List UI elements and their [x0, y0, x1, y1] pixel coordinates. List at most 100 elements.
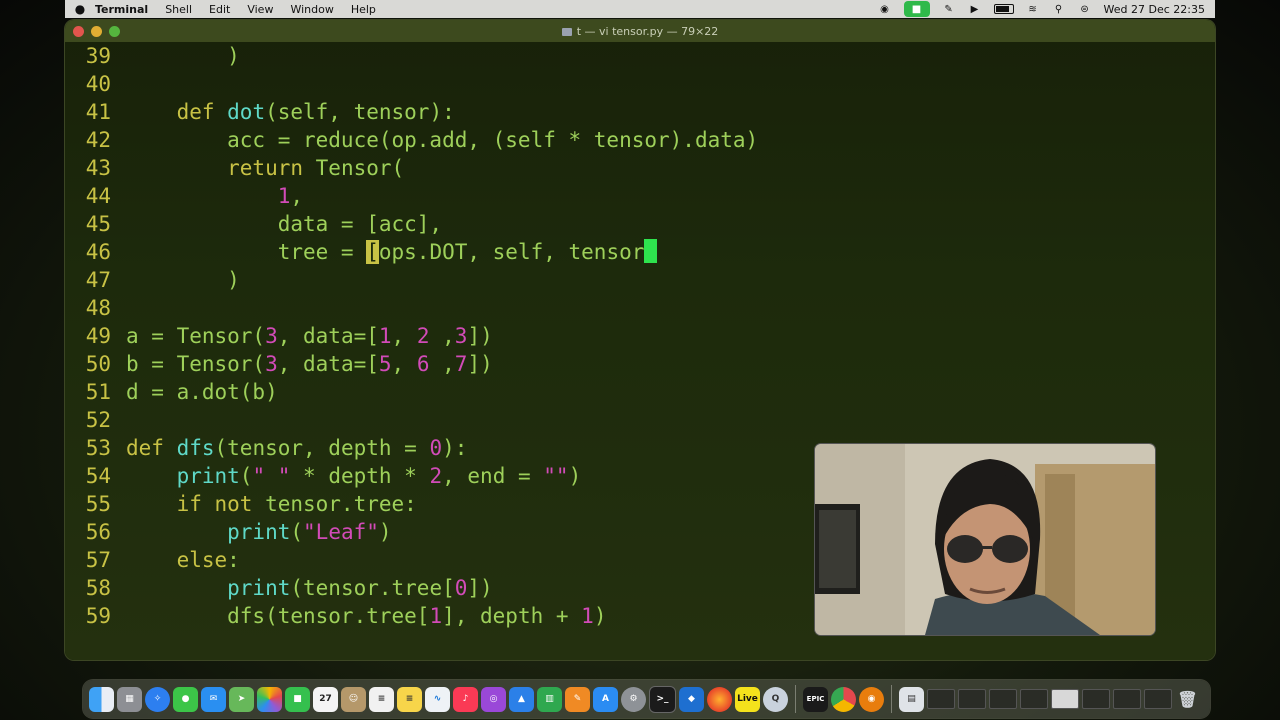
minimized-window-thumbnail[interactable]: [989, 689, 1017, 709]
vscode-icon[interactable]: ◆: [679, 686, 704, 712]
window-title-text: t — vi tensor.py — 79×22: [576, 24, 719, 38]
firefox-icon[interactable]: [707, 686, 732, 712]
live-icon[interactable]: Live: [735, 686, 760, 712]
line-number: 47: [85, 268, 111, 292]
keynote-icon[interactable]: ▲: [509, 686, 534, 712]
mail-icon[interactable]: ✉: [201, 686, 226, 712]
battery-icon[interactable]: [993, 4, 1014, 14]
line-number: 40: [85, 72, 111, 96]
control-center-icon[interactable]: ⊜: [1078, 4, 1092, 15]
maps-icon[interactable]: ➤: [229, 686, 254, 712]
line-number: 53: [85, 436, 111, 460]
pages-icon[interactable]: ✎: [565, 686, 590, 712]
menu-bar: ● Terminal Shell Edit View Window Help ◉…: [65, 0, 1215, 18]
code-line: 39 ): [65, 42, 240, 70]
menu-window[interactable]: Window: [290, 3, 333, 16]
dock-divider: [891, 685, 892, 713]
desktop: ● Terminal Shell Edit View Window Help ◉…: [0, 0, 1280, 720]
minimized-window-thumbnail[interactable]: [1113, 689, 1141, 709]
line-number: 41: [85, 100, 111, 124]
minimized-window-thumbnail[interactable]: [927, 689, 955, 709]
code-line: 48: [65, 294, 126, 322]
notes-icon[interactable]: ≡: [397, 686, 422, 712]
code-line: 49 a = Tensor(3, data=[1, 2 ,3]): [65, 322, 493, 350]
code-line: 41 def dot(self, tensor):: [65, 98, 455, 126]
facetime-camera-icon[interactable]: ■: [903, 1, 930, 17]
code-line: 42 acc = reduce(op.add, (self * tensor).…: [65, 126, 758, 154]
menu-clock[interactable]: Wed 27 Dec 22:35: [1104, 3, 1205, 16]
podcasts-icon[interactable]: ◎: [481, 686, 506, 712]
folder-icon: [561, 27, 572, 36]
live-label: Live: [737, 694, 758, 704]
code-line: 53 def dfs(tensor, depth = 0):: [65, 434, 468, 462]
launchpad-icon[interactable]: ▦: [117, 686, 142, 712]
minimized-window-thumbnail[interactable]: [1082, 689, 1110, 709]
code-line: 43 return Tensor(: [65, 154, 404, 182]
line-number: 57: [85, 548, 111, 572]
spotlight-icon[interactable]: ⚲: [1052, 4, 1066, 15]
menu-help[interactable]: Help: [351, 3, 376, 16]
minimized-window-thumbnail[interactable]: [958, 689, 986, 709]
safari-icon[interactable]: ✧: [145, 686, 170, 712]
photos-icon[interactable]: [257, 686, 282, 712]
webcam-overlay: [815, 444, 1155, 635]
line-number: 52: [85, 408, 111, 432]
record-icon[interactable]: ◉: [878, 4, 892, 15]
app-menu-terminal[interactable]: Terminal: [95, 3, 148, 16]
dock: ▦ ✧ ● ✉ ➤ ■ 27 ☺ ≡ ≡ ∿ ♪ ◎ ▲ ▥ ✎ A ⚙ >_ …: [83, 680, 1210, 718]
preview-icon[interactable]: ▤: [899, 686, 924, 712]
line-number: 49: [85, 324, 111, 348]
finder-icon[interactable]: [89, 686, 114, 712]
line-number: 55: [85, 492, 111, 516]
blender-icon[interactable]: ◉: [859, 686, 884, 712]
line-number: 59: [85, 604, 111, 628]
code-line: 54 print(" " * depth * 2, end = ""): [65, 462, 582, 490]
terminal-icon[interactable]: >_: [649, 685, 676, 713]
line-number: 45: [85, 212, 111, 236]
menu-edit[interactable]: Edit: [209, 3, 230, 16]
facetime-icon[interactable]: ■: [285, 686, 310, 712]
freeform-icon[interactable]: ∿: [425, 686, 450, 712]
numbers-icon[interactable]: ▥: [537, 686, 562, 712]
line-number: 54: [85, 464, 111, 488]
minimized-window-thumbnail[interactable]: [1144, 689, 1172, 709]
line-number: 39: [85, 44, 111, 68]
code-line: 59 dfs(tensor.tree[1], depth + 1): [65, 602, 607, 630]
code-line: 58 print(tensor.tree[0]): [65, 574, 493, 602]
code-line: 57 else:: [65, 546, 240, 574]
line-number: 48: [85, 296, 111, 320]
line-number: 46: [85, 240, 111, 264]
code-line: 52: [65, 406, 126, 434]
contacts-icon[interactable]: ☺: [341, 686, 366, 712]
chrome-icon[interactable]: [831, 686, 856, 712]
calendar-icon[interactable]: 27: [313, 686, 338, 712]
app-store-icon[interactable]: A: [593, 686, 618, 712]
epic-games-icon[interactable]: EPIC: [803, 686, 828, 712]
menu-view[interactable]: View: [247, 3, 273, 16]
window-titlebar[interactable]: t — vi tensor.py — 79×22: [65, 20, 1215, 42]
menu-shell[interactable]: Shell: [165, 3, 192, 16]
minimized-window-thumbnail[interactable]: [1020, 689, 1048, 709]
play-icon[interactable]: ▶: [968, 4, 982, 15]
code-line: 51 d = a.dot(b): [65, 378, 278, 406]
messages-icon[interactable]: ●: [173, 686, 198, 712]
trash-icon[interactable]: 🗑: [1175, 687, 1200, 712]
window-title: t — vi tensor.py — 79×22: [65, 25, 1215, 38]
webcam-person-image: [815, 444, 1155, 635]
reminders-icon[interactable]: ≡: [369, 686, 394, 712]
line-number: 42: [85, 128, 111, 152]
apple-menu-icon[interactable]: ●: [65, 2, 95, 16]
music-icon[interactable]: ♪: [453, 686, 478, 712]
minimized-window-thumbnail[interactable]: [1051, 689, 1079, 709]
quicktime-icon[interactable]: Q: [763, 686, 788, 712]
code-line-active: 46 tree = [ops.DOT, self, tensor: [65, 238, 658, 266]
system-settings-icon[interactable]: ⚙: [621, 686, 646, 712]
code-line: 47 ): [65, 266, 240, 294]
pen-icon[interactable]: ✎: [942, 4, 956, 15]
code-line: 45 data = [acc],: [65, 210, 442, 238]
wifi-icon[interactable]: ≋: [1026, 4, 1040, 15]
line-number: 56: [85, 520, 111, 544]
code-line: 40: [65, 70, 126, 98]
line-number: 50: [85, 352, 111, 376]
status-area: ◉ ■ ✎ ▶ ≋ ⚲ ⊜ Wed 27 Dec 22:35: [878, 1, 1215, 17]
